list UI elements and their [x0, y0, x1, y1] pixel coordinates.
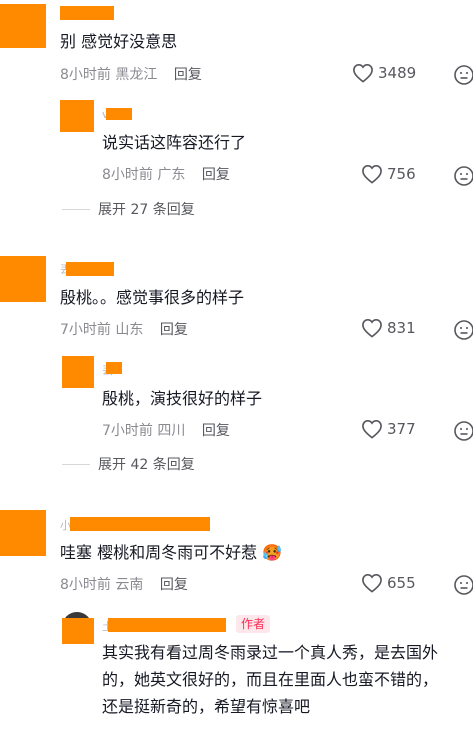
divider	[62, 463, 90, 465]
reply-button[interactable]: 回复	[160, 577, 188, 593]
heart-outline-icon	[362, 419, 382, 439]
username-redacted[interactable]	[60, 6, 114, 20]
heart-outline-icon	[362, 164, 382, 184]
neutral-face-icon[interactable]	[453, 165, 473, 187]
heart-outline-icon	[362, 318, 382, 338]
reply-location: 四川	[157, 423, 186, 439]
like-count: 831	[387, 319, 416, 337]
heart-outline-icon	[353, 63, 373, 83]
expand-label: 展开 42 条回复	[98, 457, 195, 473]
like-button[interactable]: 3489	[352, 63, 416, 83]
reply-location: 广东	[157, 167, 186, 183]
reply-button[interactable]: 回复	[202, 167, 230, 183]
username-redacted[interactable]	[108, 618, 226, 632]
reply-time: 7小时前	[102, 423, 153, 439]
neutral-face-icon[interactable]	[453, 64, 473, 86]
username-redacted[interactable]	[66, 262, 114, 276]
neutral-face-icon[interactable]	[453, 420, 473, 442]
like-count: 756	[387, 165, 416, 183]
expand-label: 展开 27 条回复	[98, 202, 195, 218]
reply-text: 说实话这阵容还行了	[102, 133, 247, 152]
comment-text: 别 感觉好没意思	[60, 32, 178, 51]
comment-text: 殷桃。。感觉事很多的样子	[60, 288, 245, 307]
like-count: 3489	[378, 64, 417, 82]
avatar[interactable]	[60, 100, 94, 132]
like-button[interactable]: 655	[361, 573, 416, 593]
comment-meta: 7小时前 山东 回复	[60, 319, 188, 339]
reply-meta: 8小时前 广东 回复	[102, 164, 230, 184]
reply-text: 其实我有看过周冬雨录过一个真人秀，是去国外的，她英文很好的，而且在里面人也蛮不错…	[102, 643, 439, 716]
reply-button[interactable]: 回复	[174, 67, 202, 83]
like-button[interactable]: 377	[361, 419, 416, 439]
like-button[interactable]: 831	[361, 318, 416, 338]
avatar[interactable]	[0, 510, 46, 556]
heart-outline-icon	[362, 573, 382, 593]
comment-location: 黑龙江	[115, 67, 158, 83]
hot-face-emoji: 🥵	[262, 543, 283, 562]
like-count: 655	[387, 574, 416, 592]
username-redacted[interactable]	[70, 517, 210, 531]
neutral-face-icon[interactable]	[453, 319, 473, 341]
username-redacted[interactable]	[106, 108, 132, 120]
comment-text-content: 哇塞 樱桃和周冬雨可不好惹	[60, 543, 258, 562]
username-redacted[interactable]	[106, 362, 122, 374]
avatar[interactable]	[62, 356, 94, 388]
like-count: 377	[387, 420, 416, 438]
author-badge: 作者	[236, 615, 271, 633]
avatar[interactable]	[0, 256, 46, 302]
comment-time: 8小时前	[60, 577, 111, 593]
comment-text: 哇塞 樱桃和周冬雨可不好惹 🥵	[60, 540, 282, 566]
reply-button[interactable]: 回复	[160, 322, 188, 338]
divider	[62, 208, 90, 210]
reply-time: 8小时前	[102, 167, 153, 183]
comment-meta: 8小时前 云南 回复	[60, 574, 188, 594]
avatar-mask	[62, 618, 94, 644]
comment-location: 云南	[115, 577, 144, 593]
expand-replies-button[interactable]: 展开 42 条回复	[62, 454, 195, 474]
reply-button[interactable]: 回复	[202, 423, 230, 439]
comment-meta: 8小时前 黑龙江 回复	[60, 64, 202, 84]
reply-text: 殷桃，演技很好的样子	[102, 389, 263, 408]
avatar[interactable]	[0, 4, 46, 48]
comment-time: 8小时前	[60, 67, 111, 83]
comment-location: 山东	[115, 322, 144, 338]
neutral-face-icon[interactable]	[453, 574, 473, 596]
comment-time: 7小时前	[60, 322, 111, 338]
reply-meta: 7小时前 四川 回复	[102, 420, 230, 440]
expand-replies-button[interactable]: 展开 27 条回复	[62, 199, 195, 219]
like-button[interactable]: 756	[361, 164, 416, 184]
